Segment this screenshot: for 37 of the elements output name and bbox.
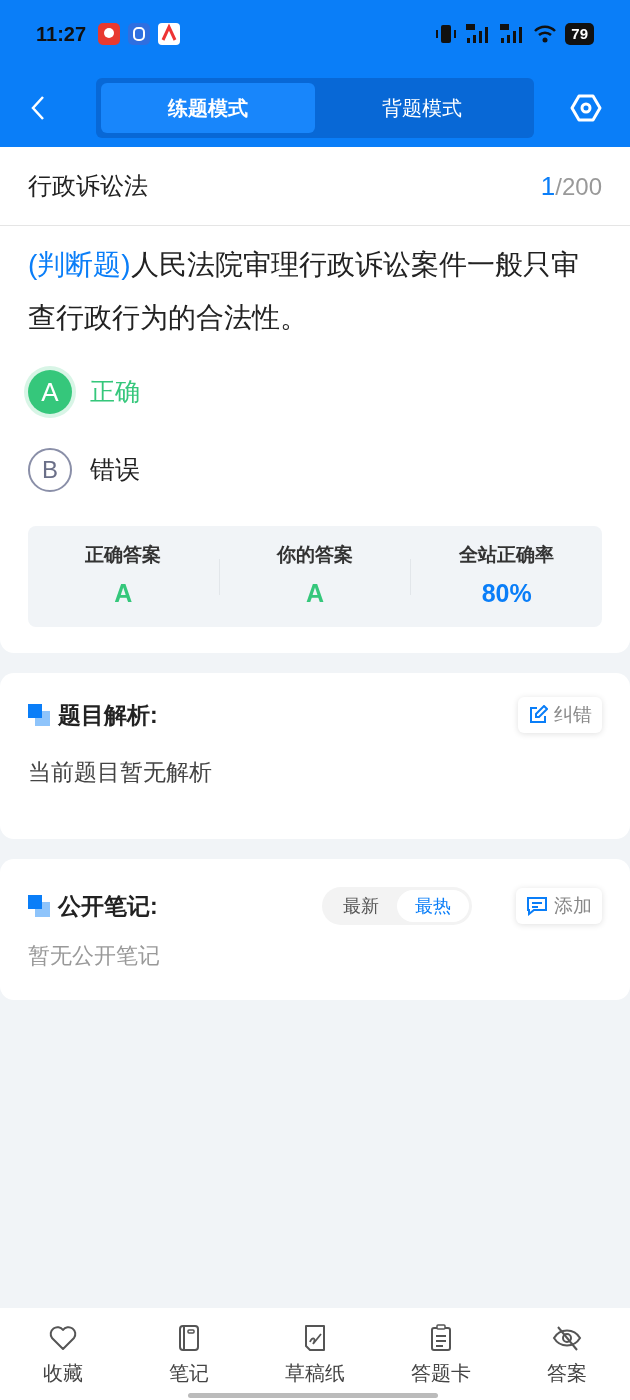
- mode-tab[interactable]: 练题模式: [101, 82, 315, 133]
- toolbar-button[interactable]: 答题卡: [378, 1322, 504, 1388]
- status-time: 11:27: [36, 22, 87, 47]
- battery-indicator: 79: [565, 23, 594, 45]
- vibrate-icon: [435, 24, 458, 44]
- answer-option[interactable]: B 错误: [24, 448, 606, 492]
- section-marker-icon: [28, 895, 50, 917]
- wifi-icon: [533, 24, 558, 44]
- mode-tab[interactable]: 背题模式: [315, 82, 529, 133]
- question-counter: 1/200: [540, 169, 602, 203]
- stat-label: 正确答案: [85, 542, 162, 567]
- correction-button[interactable]: 纠错: [518, 697, 602, 733]
- comment-icon: [526, 896, 548, 916]
- toolbar-button[interactable]: 收藏: [0, 1322, 126, 1388]
- section-title: 公开笔记:: [58, 891, 158, 921]
- toolbar-button[interactable]: 草稿纸: [252, 1322, 378, 1388]
- section-title: 题目解析:: [58, 700, 158, 730]
- app-notification-icon: [158, 23, 181, 45]
- sort-tab[interactable]: 最新: [325, 890, 397, 922]
- analysis-text: 当前题目暂无解析: [28, 758, 213, 787]
- add-note-button[interactable]: 添加: [516, 888, 602, 924]
- toolbar-button[interactable]: 答案: [504, 1322, 630, 1388]
- stat-label: 你的答案: [277, 542, 353, 567]
- app-notification-icon: [98, 23, 121, 45]
- settings-icon[interactable]: [570, 92, 602, 123]
- notes-empty-text: 暂无公开笔记: [28, 942, 161, 970]
- question-text: (判断题)人民法院审理行政诉讼案件一般只审查行政行为的合法性。: [27, 248, 580, 335]
- stat-value: 80%: [481, 578, 532, 609]
- edit-icon: [528, 705, 548, 725]
- section-marker-icon: [28, 704, 50, 726]
- stat-value: A: [114, 578, 133, 609]
- stat-label: 全站正确率: [459, 542, 555, 567]
- stat-value: A: [305, 578, 325, 609]
- sort-tab[interactable]: 最热: [397, 890, 469, 922]
- app-notification-icon: [128, 23, 151, 45]
- toolbar-button[interactable]: 笔记: [126, 1322, 252, 1388]
- subject-title: 行政诉讼法: [28, 171, 148, 201]
